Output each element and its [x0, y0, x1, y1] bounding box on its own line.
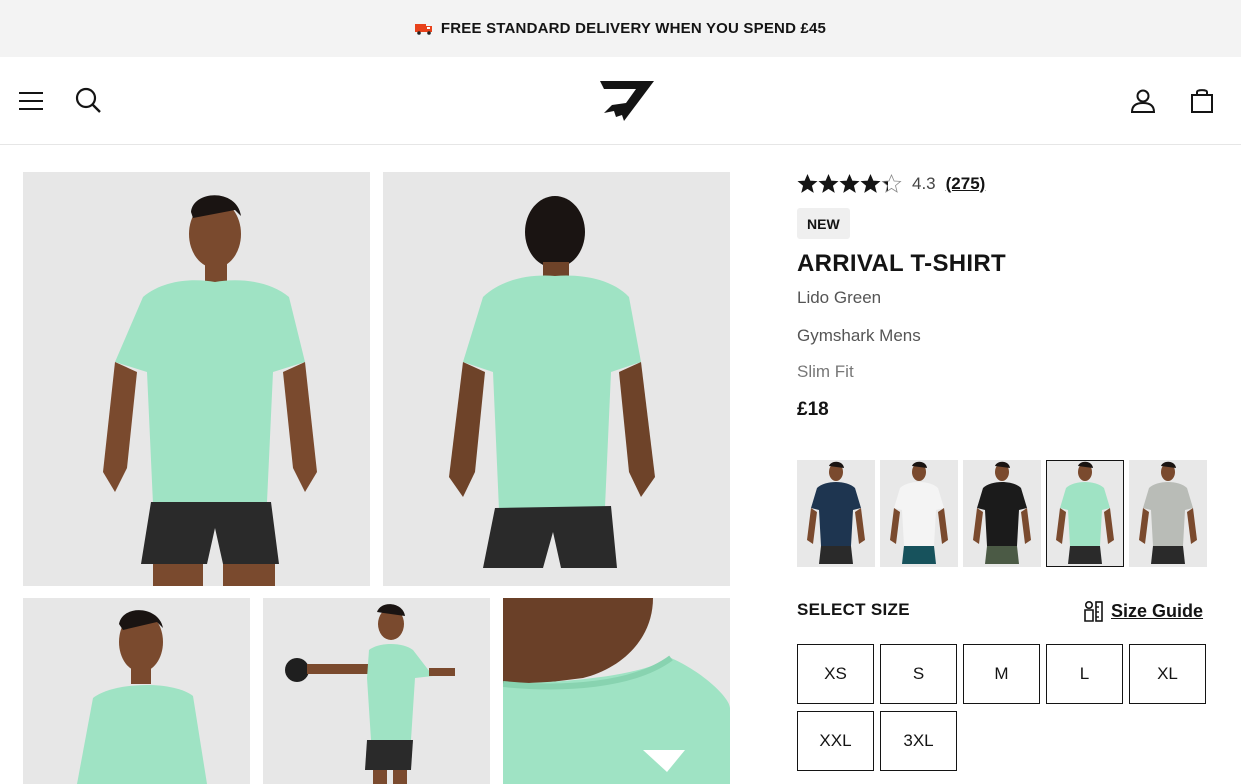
colour-swatch-navy[interactable]	[797, 460, 875, 567]
product-image-kettlebell[interactable]	[263, 598, 490, 784]
size-button-xs[interactable]: XS	[797, 644, 874, 704]
star-icon	[818, 174, 839, 193]
promo-text: FREE STANDARD DELIVERY WHEN YOU SPEND £4…	[440, 20, 827, 37]
size-button-s[interactable]: S	[880, 644, 957, 704]
gymshark-logo[interactable]	[594, 77, 658, 125]
product-image-side[interactable]	[23, 598, 250, 784]
menu-icon[interactable]	[16, 86, 46, 116]
new-badge: NEW	[797, 208, 850, 239]
rating-value: 4.3	[912, 174, 936, 193]
ruler-icon	[1084, 600, 1103, 622]
colour-swatch-grey[interactable]	[1129, 460, 1207, 567]
star-icon	[797, 174, 818, 193]
delivery-truck-icon	[414, 23, 433, 35]
product-title: ARRIVAL T-SHIRT	[797, 250, 1006, 277]
size-button-xxl[interactable]: XXL	[797, 711, 874, 771]
product-price: £18	[797, 399, 829, 420]
star-icon	[881, 174, 902, 193]
product-image-collar-closeup[interactable]	[503, 598, 730, 784]
product-brand: Gymshark Mens	[797, 326, 921, 345]
product-colour: Lido Green	[797, 288, 882, 307]
colour-swatch-white[interactable]	[880, 460, 958, 567]
size-guide-label: Size Guide	[1111, 600, 1204, 621]
review-count-link[interactable]: (275)	[946, 174, 986, 194]
star-rating	[797, 174, 902, 194]
account-icon[interactable]	[1127, 85, 1159, 117]
colour-swatch-black[interactable]	[963, 460, 1041, 567]
star-icon	[839, 174, 860, 193]
rating-row: 4.3 (275)	[797, 174, 985, 194]
site-header	[0, 57, 1241, 145]
product-image-back[interactable]	[383, 172, 730, 586]
size-button-3xl[interactable]: 3XL	[880, 711, 957, 771]
product-image-front[interactable]	[23, 172, 370, 586]
size-button-m[interactable]: M	[963, 644, 1040, 704]
product-fit: Slim Fit	[797, 362, 854, 381]
size-button-l[interactable]: L	[1046, 644, 1123, 704]
shopping-bag-icon[interactable]	[1186, 85, 1218, 117]
size-button-xl[interactable]: XL	[1129, 644, 1206, 704]
select-size-heading: SELECT SIZE	[797, 600, 910, 619]
star-icon	[860, 174, 881, 193]
colour-swatch-lido-green[interactable]	[1046, 460, 1124, 567]
size-guide-link[interactable]: Size Guide	[1083, 600, 1203, 622]
search-icon[interactable]	[72, 84, 104, 116]
promo-banner: FREE STANDARD DELIVERY WHEN YOU SPEND £4…	[0, 0, 1241, 57]
